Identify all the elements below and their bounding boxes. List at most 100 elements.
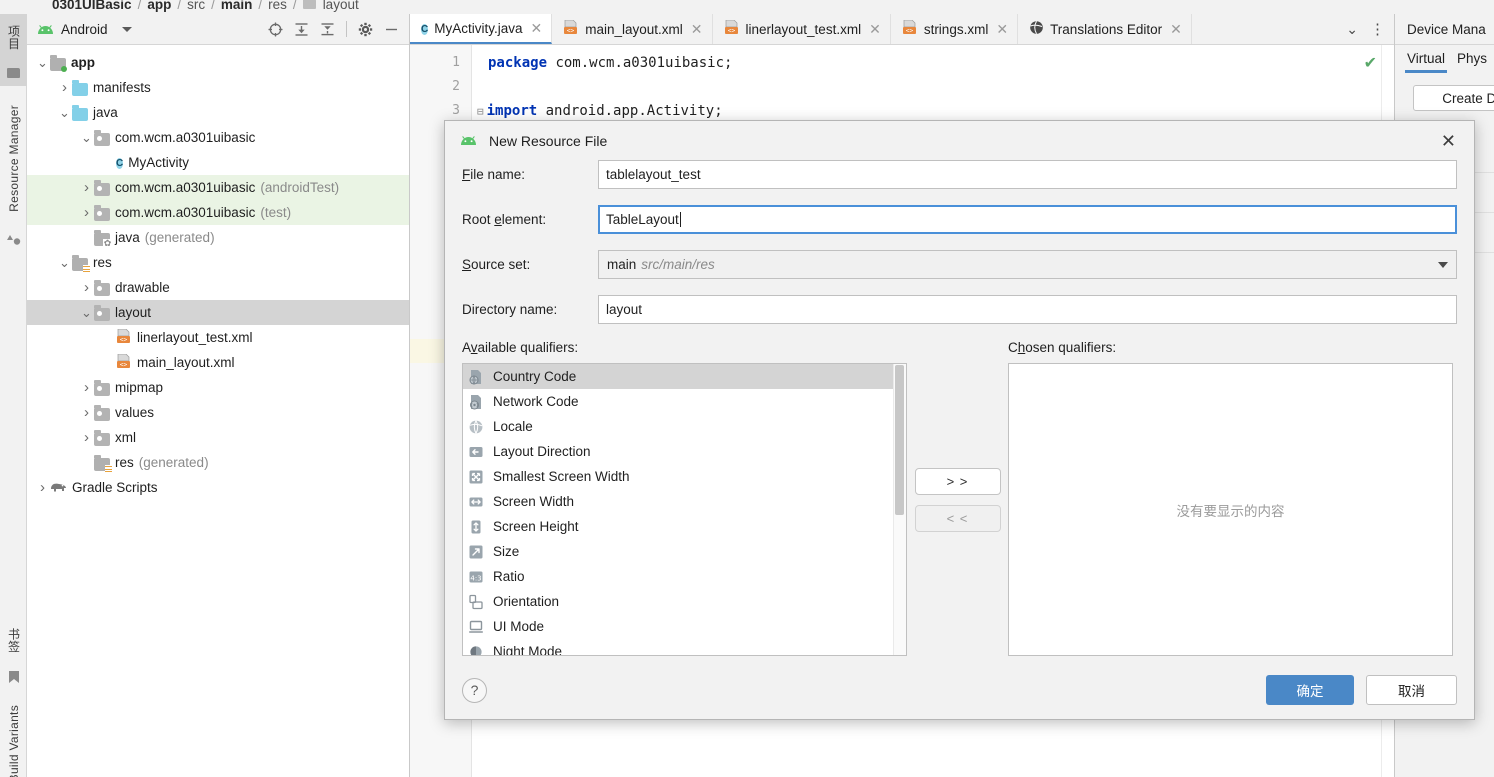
chevron-down-icon[interactable]: ⌄ xyxy=(1346,21,1358,38)
select-opened-file-icon[interactable] xyxy=(268,22,283,37)
chevron-down-icon[interactable] xyxy=(121,26,132,32)
tab-virtual[interactable]: Virtual xyxy=(1404,51,1448,73)
device-manager-tabs[interactable]: Virtual Phys xyxy=(1395,45,1494,79)
rail-button-bookmarks[interactable]: 书签 xyxy=(0,618,27,662)
expand-all-icon[interactable] xyxy=(294,22,309,37)
tree-item-xml[interactable]: › xml xyxy=(27,425,409,450)
tree-item-layout[interactable]: ⌄ layout xyxy=(27,300,409,325)
help-button[interactable]: ? xyxy=(462,677,487,703)
code-fold-icon[interactable]: ⊟ xyxy=(477,105,484,118)
create-device-button[interactable]: Create De xyxy=(1413,85,1494,111)
tree-item-res[interactable]: res (generated) xyxy=(27,450,409,475)
chevron-down-icon[interactable]: ⌄ xyxy=(79,131,94,144)
editor-tabbar[interactable]: C MyActivity.java ✕ <> main_layout.xml ✕ <> lin… xyxy=(410,14,1394,45)
close-tab-icon[interactable]: ✕ xyxy=(996,21,1008,38)
gear-icon[interactable] xyxy=(358,22,373,37)
project-folder-icon[interactable] xyxy=(0,60,27,86)
qualifier-item-country-code[interactable]: Country Code xyxy=(463,364,906,389)
file-name-input[interactable]: tablelayout_test xyxy=(598,160,1457,189)
xml-layout-file-icon: <> xyxy=(116,353,132,372)
tree-item-myactivity[interactable]: C MyActivity xyxy=(27,150,409,175)
chevron-down-icon[interactable]: ⌄ xyxy=(57,256,72,269)
chevron-down-icon[interactable]: ⌄ xyxy=(79,306,94,319)
chevron-right-icon[interactable]: › xyxy=(79,429,94,446)
bookmark-icon[interactable] xyxy=(0,664,27,690)
chevron-right-icon[interactable]: › xyxy=(79,379,94,396)
breadcrumb-item-2[interactable]: src xyxy=(187,0,205,12)
tree-item-gradle-scripts[interactable]: › Gradle Scripts xyxy=(27,475,409,500)
tab-physical[interactable]: Phys xyxy=(1457,51,1487,73)
qualifier-item-network-code[interactable]: Network Code xyxy=(463,389,906,414)
tree-item-manifests[interactable]: › manifests xyxy=(27,75,409,100)
qualifier-item-ratio[interactable]: 4:3 Ratio xyxy=(463,564,906,589)
qualifier-item-smallest-screen-width[interactable]: Smallest Screen Width xyxy=(463,464,906,489)
tree-item-res[interactable]: ⌄ res xyxy=(27,250,409,275)
breadcrumb-item-5[interactable]: layout xyxy=(323,0,359,12)
tree-item-java[interactable]: ⌄ java xyxy=(27,100,409,125)
add-qualifier-button[interactable]: > > xyxy=(914,468,1001,495)
scrollbar-thumb[interactable] xyxy=(895,365,904,515)
source-set-dropdown[interactable]: main src/main/res xyxy=(598,250,1457,279)
close-icon[interactable]: ✕ xyxy=(1436,130,1461,152)
tree-item-main-layout-xml[interactable]: <> main_layout.xml xyxy=(27,350,409,375)
available-qualifiers-list[interactable]: Country Code Network Code Locale Layout Dir… xyxy=(462,363,907,656)
checkmark-icon[interactable]: ✔ xyxy=(1364,53,1377,73)
qualifier-item-locale[interactable]: Locale xyxy=(463,414,906,439)
chevron-right-icon[interactable]: › xyxy=(79,279,94,296)
chevron-right-icon[interactable]: › xyxy=(79,404,94,421)
more-vertical-icon[interactable]: ⋮ xyxy=(1370,22,1385,37)
remove-qualifier-button[interactable]: < < xyxy=(914,505,1001,532)
tree-item-linerlayout-test-xml[interactable]: <> linerlayout_test.xml xyxy=(27,325,409,350)
rail-button-build-variants[interactable]: Build Variants xyxy=(0,696,27,777)
chevron-right-icon[interactable]: › xyxy=(79,179,94,196)
tree-item-com-wcm-a0301uibasic[interactable]: › com.wcm.a0301uibasic (androidTest) xyxy=(27,175,409,200)
chevron-down-icon[interactable] xyxy=(1438,261,1448,268)
tree-item-drawable[interactable]: › drawable xyxy=(27,275,409,300)
qualifier-item-screen-width[interactable]: Screen Width xyxy=(463,489,906,514)
tree-item-values[interactable]: › values xyxy=(27,400,409,425)
chevron-right-icon[interactable]: › xyxy=(57,79,72,96)
minimize-icon[interactable] xyxy=(384,22,399,37)
chevron-right-icon[interactable]: › xyxy=(35,479,50,496)
breadcrumb[interactable]: 0301UIBasic / app / src / main / res / l… xyxy=(0,0,1494,14)
breadcrumb-item-4[interactable]: res xyxy=(268,0,287,12)
close-tab-icon[interactable]: ✕ xyxy=(691,21,703,38)
qualifier-item-night-mode[interactable]: Night Mode xyxy=(463,639,906,655)
chevron-down-icon[interactable]: ⌄ xyxy=(35,56,50,69)
resource-manager-icon[interactable] xyxy=(0,226,27,252)
qualifier-item-screen-height[interactable]: Screen Height xyxy=(463,514,906,539)
chevron-right-icon[interactable]: › xyxy=(79,204,94,221)
collapse-all-icon[interactable] xyxy=(320,22,335,37)
editor-tab-main-layout-xml[interactable]: <> main_layout.xml ✕ xyxy=(552,14,713,44)
tree-item-java[interactable]: ✿ java (generated) xyxy=(27,225,409,250)
rail-button-project[interactable]: 项目 xyxy=(0,14,27,60)
editor-tab-translations-editor[interactable]: Translations Editor ✕ xyxy=(1018,14,1192,44)
editor-tab-strings-xml[interactable]: <> strings.xml ✕ xyxy=(891,14,1019,44)
editor-tab-linerlayout-test-xml[interactable]: <> linerlayout_test.xml ✕ xyxy=(713,14,891,44)
breadcrumb-item-3[interactable]: main xyxy=(221,0,253,12)
root-element-input[interactable]: TableLayout xyxy=(598,205,1457,234)
ok-button[interactable]: 确定 xyxy=(1266,675,1354,705)
qualifier-item-label: Screen Height xyxy=(493,519,579,534)
qualifier-item-ui-mode[interactable]: UI Mode xyxy=(463,614,906,639)
tree-item-mipmap[interactable]: › mipmap xyxy=(27,375,409,400)
close-tab-icon[interactable]: ✕ xyxy=(1170,21,1182,38)
cancel-button[interactable]: 取消 xyxy=(1366,675,1457,705)
qualifier-item-orientation[interactable]: Orientation xyxy=(463,589,906,614)
tree-item-com-wcm-a0301uibasic[interactable]: ⌄ com.wcm.a0301uibasic xyxy=(27,125,409,150)
qualifier-item-size[interactable]: Size xyxy=(463,539,906,564)
rail-button-resource-manager[interactable]: Resource Manager xyxy=(0,92,27,224)
directory-name-input[interactable]: layout xyxy=(598,295,1457,324)
breadcrumb-item-0[interactable]: 0301UIBasic xyxy=(52,0,132,12)
tree-item-com-wcm-a0301uibasic[interactable]: › com.wcm.a0301uibasic (test) xyxy=(27,200,409,225)
close-tab-icon[interactable]: ✕ xyxy=(531,20,543,37)
qualifiers-scrollbar[interactable] xyxy=(893,364,906,655)
tree-item-app[interactable]: ⌄ app xyxy=(27,50,409,75)
project-tree[interactable]: ⌄ app › manifests ⌄ java ⌄ com.wcm.a0301uibasic… xyxy=(27,45,409,500)
chosen-qualifiers-list[interactable]: 没有要显示的内容 xyxy=(1008,363,1453,656)
close-tab-icon[interactable]: ✕ xyxy=(869,21,881,38)
editor-tab-myactivity-java[interactable]: C MyActivity.java ✕ xyxy=(410,14,553,44)
breadcrumb-item-1[interactable]: app xyxy=(147,0,171,12)
qualifier-item-layout-direction[interactable]: Layout Direction xyxy=(463,439,906,464)
chevron-down-icon[interactable]: ⌄ xyxy=(57,106,72,119)
